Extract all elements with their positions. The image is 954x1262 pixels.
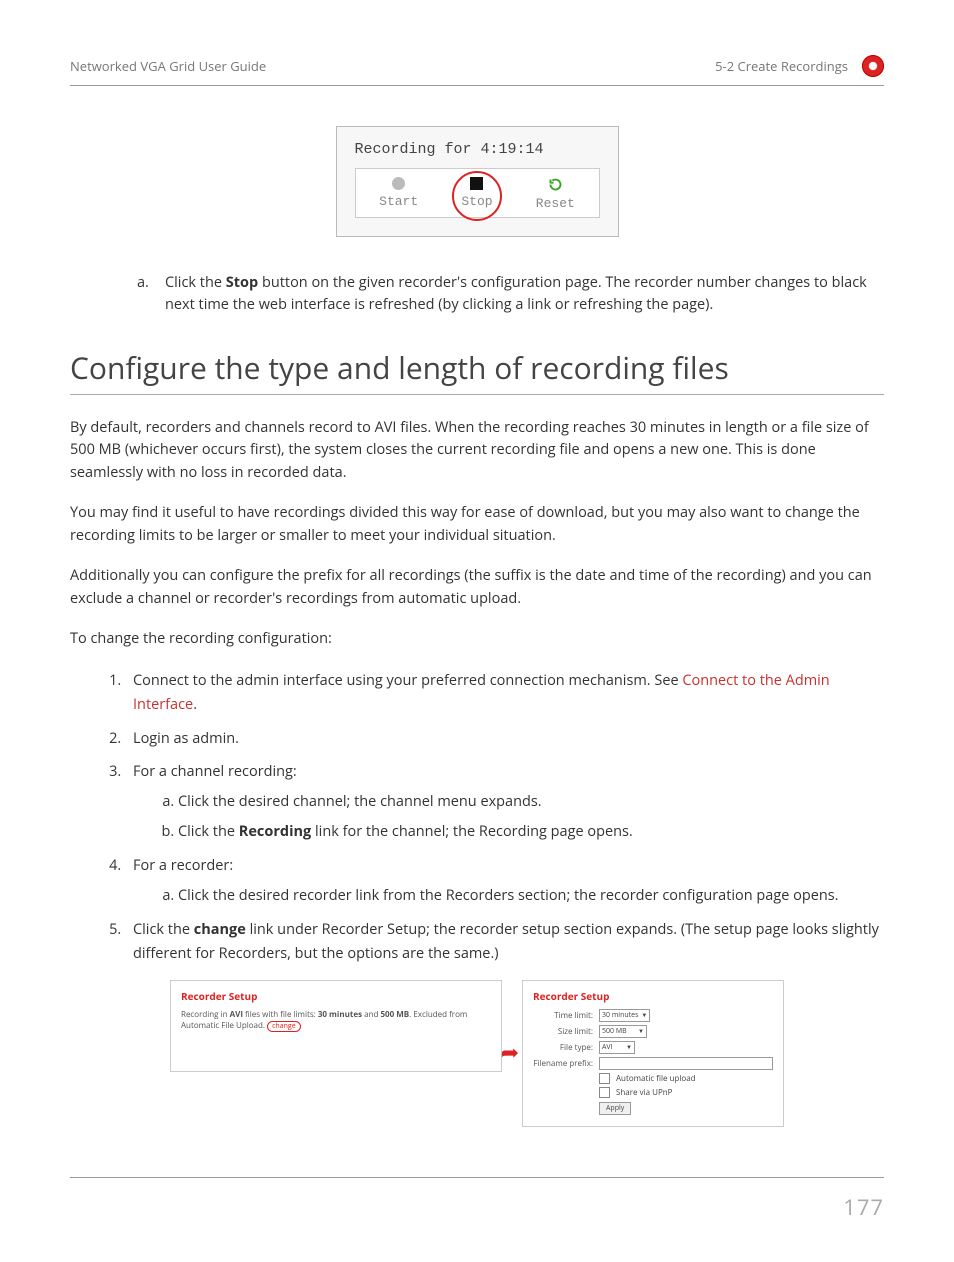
bold-text: change [194,920,246,939]
caret-down-icon: ▼ [641,1010,647,1021]
share-upnp-row: Share via UPnP [599,1087,773,1098]
recording-status-text: Recording for 4:19:14 [355,141,600,158]
text: button on the given recorder's configura… [165,273,867,314]
header-left: Networked VGA Grid User Guide [70,57,266,75]
text: AVI [230,1009,243,1020]
bold-text: Stop [226,273,258,292]
arrow-icon: ➦ [501,1037,519,1067]
text: files with file limits: [243,1009,318,1020]
select-value: 500 MB [602,1026,627,1037]
list-item: Connect to the admin interface using you… [125,669,884,717]
recorder-setup-expanded: Recorder Setup Time limit: 30 minutes▼ S… [522,980,784,1127]
heading-rule [70,394,884,395]
recording-controls: Start Stop Reset [355,168,600,218]
text: For a channel recording: [133,762,297,781]
field-label: File type: [533,1042,593,1053]
text: and [362,1009,380,1020]
filename-prefix-input[interactable] [599,1057,773,1070]
auto-upload-checkbox[interactable] [599,1073,610,1084]
recorder-setup-figures: Recorder Setup Recording in AVI files wi… [70,980,884,1127]
sub-step-a: a. Click the Stop button on the given re… [165,272,884,317]
header-rule [70,85,884,86]
apply-row: Apply [599,1102,773,1115]
caret-down-icon: ▼ [626,1042,632,1053]
field-label: Size limit: [533,1026,593,1037]
text: Click the [165,273,226,292]
size-limit-row: Size limit: 500 MB ▼ [533,1025,773,1038]
page-header: Networked VGA Grid User Guide 5-2 Create… [70,55,884,85]
record-icon [392,177,405,190]
recording-panel-figure: Recording for 4:19:14 Start Stop Reset [70,126,884,237]
paragraph: To change the recording configuration: [70,628,884,650]
reset-button[interactable]: Reset [527,177,583,211]
sub-list: Click the desired channel; the channel m… [133,790,884,844]
text: Click the [178,822,239,841]
field-label: Time limit: [533,1010,593,1021]
list-item: Click the change link under Recorder Set… [125,918,884,966]
select-value: AVI [602,1042,613,1053]
start-button[interactable]: Start [371,177,427,209]
size-limit-select[interactable]: 500 MB ▼ [599,1025,647,1038]
list-item: Click the desired channel; the channel m… [178,790,884,814]
list-item: For a channel recording: Click the desir… [125,760,884,844]
stop-icon [470,177,483,190]
list-item: Login as admin. [125,727,884,751]
text: link under Recorder Setup; the recorder … [133,920,879,963]
text: Connect to the admin interface using you… [133,671,682,690]
setup-summary-line: Recording in AVI files with file limits:… [181,1009,491,1031]
text: link for the channel; the Recording page… [311,822,632,841]
text: . [193,695,197,714]
list-marker: a. [137,272,149,294]
bold-text: Recording [239,822,311,841]
reset-label: Reset [536,196,575,211]
sub-step-list: a. Click the Stop button on the given re… [70,272,884,317]
brand-icon [862,55,884,77]
auto-upload-row: Automatic file upload [599,1073,773,1084]
paragraph: You may find it useful to have recording… [70,502,884,547]
filename-prefix-row: Filename prefix: [533,1057,773,1070]
panel-title: Recorder Setup [533,989,773,1003]
caret-down-icon: ▼ [638,1026,644,1037]
list-item: For a recorder: Click the desired record… [125,854,884,908]
time-limit-select[interactable]: 30 minutes▼ [599,1009,650,1022]
list-item: Click the Recording link for the channel… [178,820,884,844]
change-link[interactable]: change [267,1021,301,1032]
start-label: Start [379,194,418,209]
text: Click the [133,920,194,939]
checkbox-label: Automatic file upload [616,1073,696,1084]
recorder-setup-collapsed: Recorder Setup Recording in AVI files wi… [170,980,502,1072]
footer-rule [70,1177,884,1178]
list-item: Click the desired recorder link from the… [178,884,884,908]
stop-button[interactable]: Stop [449,177,505,209]
text: 30 minutes [318,1009,362,1020]
text: Recording in [181,1009,230,1020]
apply-button[interactable]: Apply [599,1102,631,1115]
header-right: 5-2 Create Recordings [715,57,848,75]
file-type-row: File type: AVI ▼ [533,1041,773,1054]
section-heading: Configure the type and length of recordi… [70,347,884,388]
stop-label: Stop [461,194,492,209]
recording-panel: Recording for 4:19:14 Start Stop Reset [336,126,619,237]
paragraph: By default, recorders and channels recor… [70,417,884,484]
text: For a recorder: [133,856,233,875]
select-value: 30 minutes [602,1010,638,1021]
sub-list: Click the desired recorder link from the… [133,884,884,908]
time-limit-row: Time limit: 30 minutes▼ [533,1009,773,1022]
field-label: Filename prefix: [533,1058,593,1069]
instruction-list: Connect to the admin interface using you… [70,669,884,966]
share-upnp-checkbox[interactable] [599,1087,610,1098]
reset-icon [548,177,563,192]
page-number: 177 [70,1192,884,1222]
checkbox-label: Share via UPnP [616,1087,672,1098]
text: 500 MB [380,1009,409,1020]
paragraph: Additionally you can configure the prefi… [70,565,884,610]
file-type-select[interactable]: AVI ▼ [599,1041,635,1054]
panel-title: Recorder Setup [181,989,491,1003]
